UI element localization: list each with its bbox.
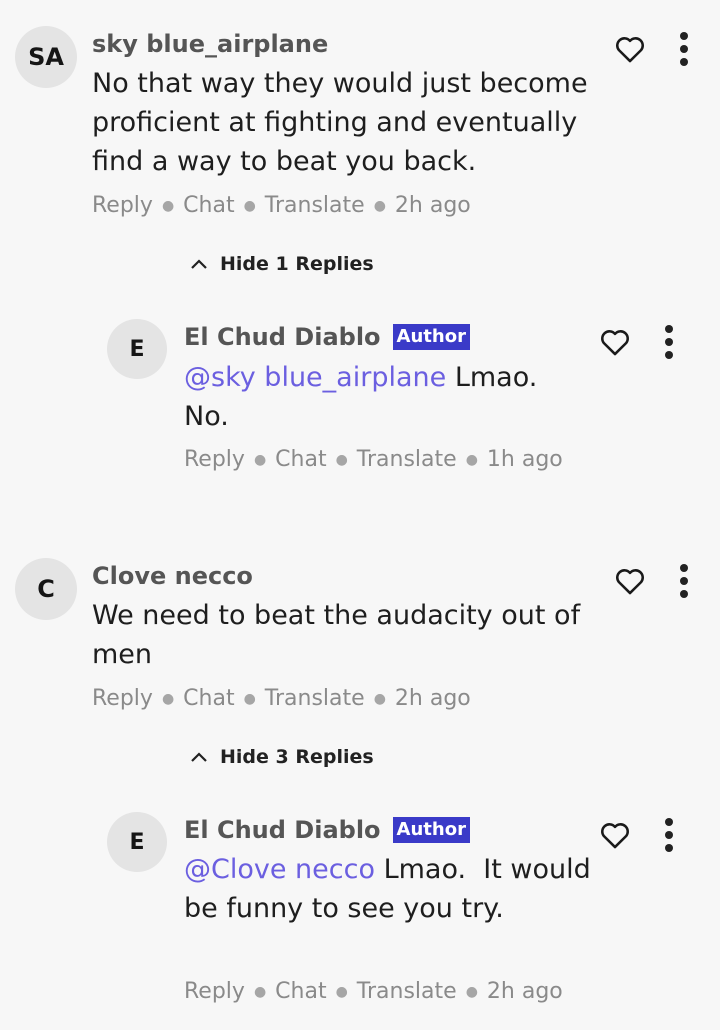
timestamp: 1h ago [486, 447, 563, 472]
separator-dot: ● [243, 690, 256, 707]
comment-header: Clove necco [92, 562, 253, 590]
author-badge: Author [392, 817, 470, 843]
username[interactable]: Clove necco [92, 562, 253, 590]
comment-actions: Reply ● Chat ● Translate ● 2h ago [92, 686, 471, 711]
reply-text-part: No. [184, 401, 229, 432]
reply-text-part: Lmao. It would [374, 854, 591, 885]
reply-header: El Chud Diablo Author [184, 323, 470, 351]
separator-dot: ● [253, 983, 267, 1000]
reply-button[interactable]: Reply [184, 979, 245, 1004]
heart-icon[interactable] [598, 325, 632, 359]
hide-replies-label: Hide 1 Replies [220, 253, 374, 275]
reply-text-part: be funny to see you try. [184, 893, 504, 924]
reply-text: @Clove necco Lmao. It would be funny to … [184, 850, 604, 928]
more-options-icon[interactable] [677, 564, 691, 598]
avatar[interactable]: SA [15, 26, 77, 88]
reply-text: @sky blue_airplane Lmao. No. [184, 358, 604, 436]
separator-dot: ● [161, 690, 175, 707]
hide-replies-toggle[interactable]: Hide 3 Replies [190, 746, 374, 768]
separator-dot: ● [161, 197, 175, 214]
username[interactable]: sky blue_airplane [92, 30, 328, 58]
separator-dot: ● [465, 983, 478, 1000]
reply-button[interactable]: Reply [184, 447, 245, 472]
translate-button[interactable]: Translate [265, 193, 365, 218]
comment-header: sky blue_airplane [92, 30, 328, 58]
heart-icon[interactable] [598, 818, 632, 852]
more-options-icon[interactable] [662, 325, 676, 359]
username[interactable]: El Chud Diablo [184, 816, 381, 844]
separator-dot: ● [465, 451, 478, 468]
chat-button[interactable]: Chat [183, 193, 234, 218]
timestamp: 2h ago [394, 686, 471, 711]
comment-text: No that way they would just become profi… [92, 68, 588, 177]
chevron-up-icon [191, 259, 207, 269]
mention-link[interactable]: @Clove necco [184, 854, 375, 885]
avatar[interactable]: C [15, 558, 77, 620]
separator-dot: ● [335, 983, 348, 1000]
avatar[interactable]: E [107, 319, 167, 379]
chat-button[interactable]: Chat [183, 686, 234, 711]
timestamp: 2h ago [486, 979, 563, 1004]
avatar[interactable]: E [107, 812, 167, 872]
more-options-icon[interactable] [677, 32, 691, 66]
comment-text: We need to beat the audacity out of men [92, 600, 581, 670]
hide-replies-toggle[interactable]: Hide 1 Replies [190, 253, 374, 275]
separator-dot: ● [253, 451, 267, 468]
author-badge: Author [392, 324, 470, 350]
reply-text-part: Lmao. [446, 362, 538, 393]
separator-dot: ● [373, 690, 386, 707]
reply-actions: Reply ● Chat ● Translate ● 1h ago [184, 447, 563, 472]
chevron-up-icon [191, 752, 207, 762]
reply-actions: Reply ● Chat ● Translate ● 2h ago [184, 979, 563, 1004]
separator-dot: ● [335, 451, 348, 468]
reply-button[interactable]: Reply [92, 686, 153, 711]
timestamp: 2h ago [394, 193, 471, 218]
translate-button[interactable]: Translate [265, 686, 365, 711]
translate-button[interactable]: Translate [357, 979, 457, 1004]
heart-icon[interactable] [613, 564, 647, 598]
separator-dot: ● [243, 197, 256, 214]
comment-actions: Reply ● Chat ● Translate ● 2h ago [92, 193, 471, 218]
translate-button[interactable]: Translate [357, 447, 457, 472]
chat-button[interactable]: Chat [275, 447, 326, 472]
reply-header: El Chud Diablo Author [184, 816, 470, 844]
reply-button[interactable]: Reply [92, 193, 153, 218]
heart-icon[interactable] [613, 32, 647, 66]
more-options-icon[interactable] [662, 818, 676, 852]
hide-replies-label: Hide 3 Replies [220, 746, 374, 768]
username[interactable]: El Chud Diablo [184, 323, 381, 351]
separator-dot: ● [373, 197, 386, 214]
chat-button[interactable]: Chat [275, 979, 326, 1004]
mention-link[interactable]: @sky blue_airplane [184, 362, 446, 393]
